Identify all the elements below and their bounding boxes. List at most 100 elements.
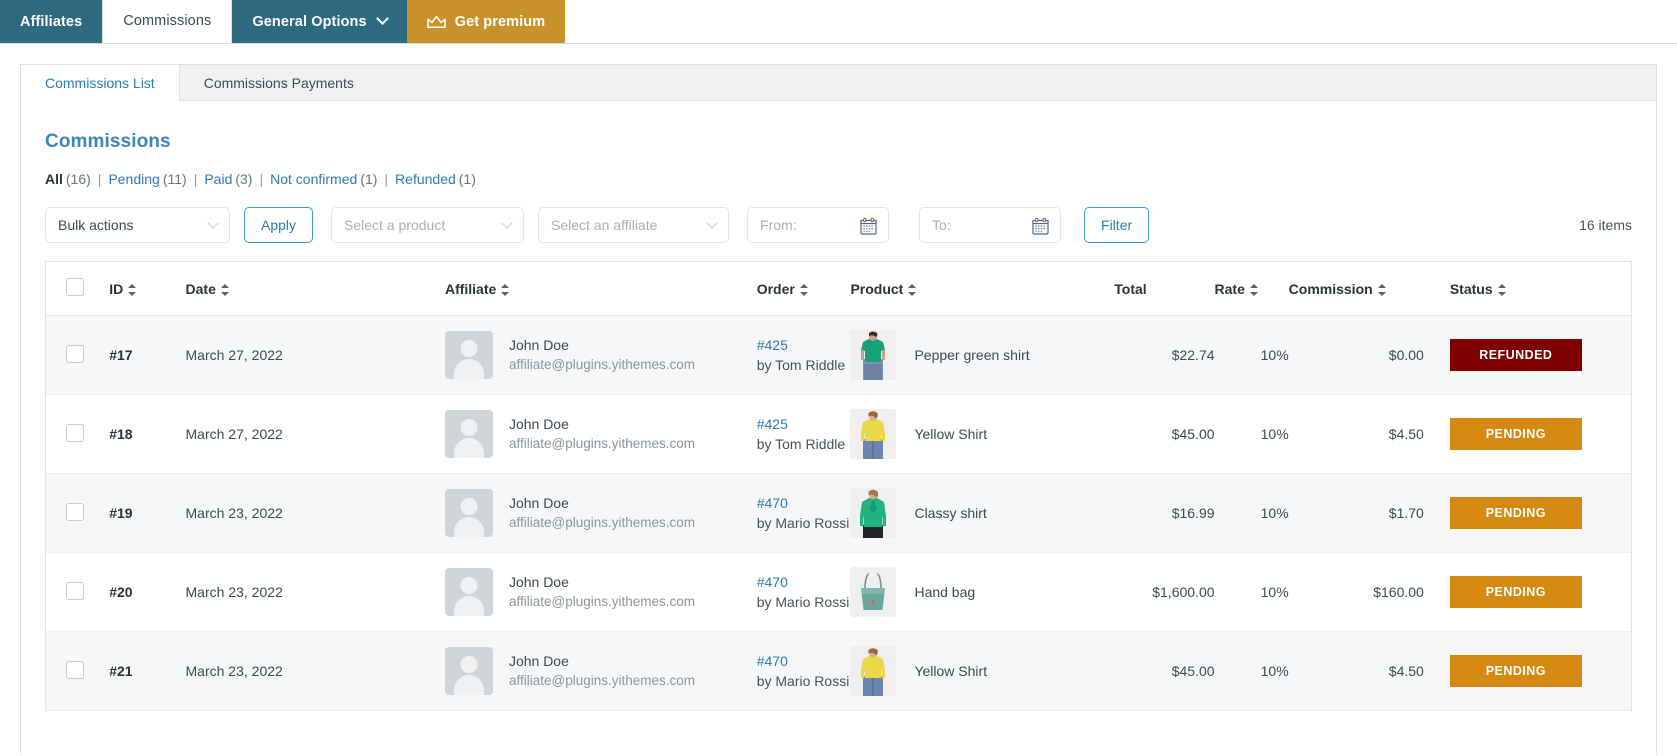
product-info: Hand bag <box>850 567 1114 617</box>
column-header-date[interactable]: Date <box>185 262 445 316</box>
column-header-rate[interactable]: Rate <box>1214 262 1289 316</box>
cell-commission: $4.50 <box>1288 631 1424 711</box>
status-link-paid[interactable]: Paid <box>204 171 232 187</box>
order-link[interactable]: #470 <box>757 651 851 671</box>
cell-id: #18 <box>109 394 186 474</box>
cell-status: PENDING <box>1423 394 1631 474</box>
cell-total: $45.00 <box>1114 631 1215 711</box>
sort-icon[interactable] <box>1249 283 1258 296</box>
topnav-item-get-premium[interactable]: Get premium <box>406 0 566 43</box>
order-customer: by Mario Rossi <box>756 594 850 610</box>
row-checkbox[interactable] <box>66 660 84 679</box>
row-checkbox[interactable] <box>66 581 84 600</box>
product-thumbnail-yellow-shirt <box>850 409 897 459</box>
product-thumbnail-green-blouse <box>850 488 897 538</box>
status-badge[interactable]: REFUNDED <box>1449 339 1582 371</box>
filter-toolbar: Bulk actions Apply Select a product Sele… <box>45 207 1632 243</box>
cell-status: PENDING <box>1423 631 1631 711</box>
chevron-down-icon <box>501 217 513 229</box>
product-info: Yellow Shirt <box>850 646 1114 696</box>
table-row[interactable]: #18 March 27, 2022 John Doe affiliate@plugi… <box>46 394 1631 474</box>
select-product-dropdown[interactable]: Select a product <box>331 207 525 243</box>
page-title: Commissions <box>45 131 171 152</box>
table-row[interactable]: #19 March 23, 2022 John Doe affiliate@plugi… <box>46 473 1631 553</box>
table-row[interactable]: #17 March 27, 2022 John Doe affiliate@plugi… <box>46 315 1631 395</box>
commission-date: March 23, 2022 <box>185 663 283 679</box>
sort-icon[interactable] <box>220 283 229 296</box>
sort-icon[interactable] <box>1497 283 1506 296</box>
column-header-commission[interactable]: Commission <box>1288 262 1424 316</box>
commission-amount: $4.50 <box>1388 426 1424 442</box>
status-link-refunded[interactable]: Refunded <box>395 171 456 187</box>
status-link-pending[interactable]: Pending <box>108 171 159 187</box>
order-total: $45.00 <box>1171 663 1215 679</box>
filter-button[interactable]: Filter <box>1084 207 1150 243</box>
apply-button[interactable]: Apply <box>244 207 314 243</box>
cell-order: #470 by Mario Rossi <box>756 473 851 553</box>
table-row[interactable]: #20 March 23, 2022 John Doe affiliate@plugi… <box>46 552 1631 632</box>
column-header-id[interactable]: ID <box>109 262 186 316</box>
date-to-input[interactable]: To: <box>919 207 1062 243</box>
commission-id: #21 <box>109 663 133 679</box>
avatar <box>444 410 493 458</box>
status-link-count: (16) <box>65 171 91 187</box>
tab-commissions-list[interactable]: Commissions List <box>21 65 180 101</box>
order-link[interactable]: #470 <box>757 493 851 513</box>
commission-date: March 27, 2022 <box>185 426 283 442</box>
status-link-not-confirmed[interactable]: Not confirmed <box>270 171 357 187</box>
topnav-item-general-options[interactable]: General Options <box>232 0 407 43</box>
product-name: Yellow Shirt <box>914 426 988 442</box>
cell-order: #425 by Tom Riddle <box>756 315 851 395</box>
row-checkbox[interactable] <box>66 502 84 521</box>
status-badge[interactable]: PENDING <box>1449 418 1582 450</box>
filter-button-label: Filter <box>1101 217 1133 233</box>
cell-status: PENDING <box>1423 552 1631 632</box>
avatar <box>444 568 493 616</box>
table-header: ID Date Affiliate Order Product Total Ra… <box>46 262 1631 316</box>
topnav-item-commissions[interactable]: Commissions <box>102 0 233 43</box>
row-checkbox[interactable] <box>66 423 84 442</box>
cell-rate: 10% <box>1214 394 1289 474</box>
status-badge[interactable]: PENDING <box>1449 497 1582 529</box>
sort-icon[interactable] <box>501 283 510 296</box>
sort-icon[interactable] <box>128 283 137 296</box>
table-row[interactable]: #21 March 23, 2022 John Doe affiliate@plugi… <box>46 631 1631 711</box>
cell-affiliate: John Doe affiliate@plugins.yithemes.com <box>444 631 757 711</box>
order-link[interactable]: #425 <box>757 335 851 355</box>
cell-total: $16.99 <box>1114 473 1215 553</box>
column-header-status[interactable]: Status <box>1423 262 1631 316</box>
order-customer: by Tom Riddle <box>756 436 846 452</box>
tab-commissions-payments[interactable]: Commissions Payments <box>180 65 378 100</box>
status-badge[interactable]: PENDING <box>1449 655 1582 687</box>
column-header-order-label: Order <box>756 280 795 297</box>
cell-date: March 23, 2022 <box>185 473 445 553</box>
commission-id: #20 <box>109 584 133 600</box>
calendar-icon[interactable] <box>1031 217 1050 239</box>
status-badge[interactable]: PENDING <box>1449 576 1582 608</box>
affiliate-info: John Doe affiliate@plugins.yithemes.com <box>444 331 757 379</box>
column-header-product[interactable]: Product <box>850 262 1115 316</box>
calendar-icon[interactable] <box>859 217 878 239</box>
sort-icon[interactable] <box>1377 283 1386 296</box>
product-info: Pepper green shirt <box>850 330 1114 380</box>
order-link[interactable]: #470 <box>757 572 851 592</box>
commissions-panel: Commissions List Commissions Payments Co… <box>20 64 1657 755</box>
column-header-rate-label: Rate <box>1214 280 1245 297</box>
row-select-cell <box>46 394 110 474</box>
chevron-down-icon <box>706 217 718 229</box>
select-affiliate-dropdown[interactable]: Select an affiliate <box>538 207 730 243</box>
sort-icon[interactable] <box>908 283 917 296</box>
topnav-item-affiliates[interactable]: Affiliates <box>0 0 103 43</box>
order-link[interactable]: #425 <box>757 414 851 434</box>
column-header-affiliate[interactable]: Affiliate <box>444 262 757 316</box>
product-thumbnail-yellow-shirt <box>850 646 897 696</box>
select-all-checkbox[interactable] <box>66 278 84 296</box>
cell-rate: 10% <box>1214 315 1289 395</box>
row-checkbox[interactable] <box>66 344 84 363</box>
column-header-order[interactable]: Order <box>756 262 851 316</box>
sort-icon[interactable] <box>799 283 808 296</box>
date-from-input[interactable]: From: <box>747 207 890 243</box>
bulk-actions-select[interactable]: Bulk actions <box>45 207 230 243</box>
order-total: $22.74 <box>1171 347 1215 363</box>
status-link-all[interactable]: All <box>45 171 63 187</box>
